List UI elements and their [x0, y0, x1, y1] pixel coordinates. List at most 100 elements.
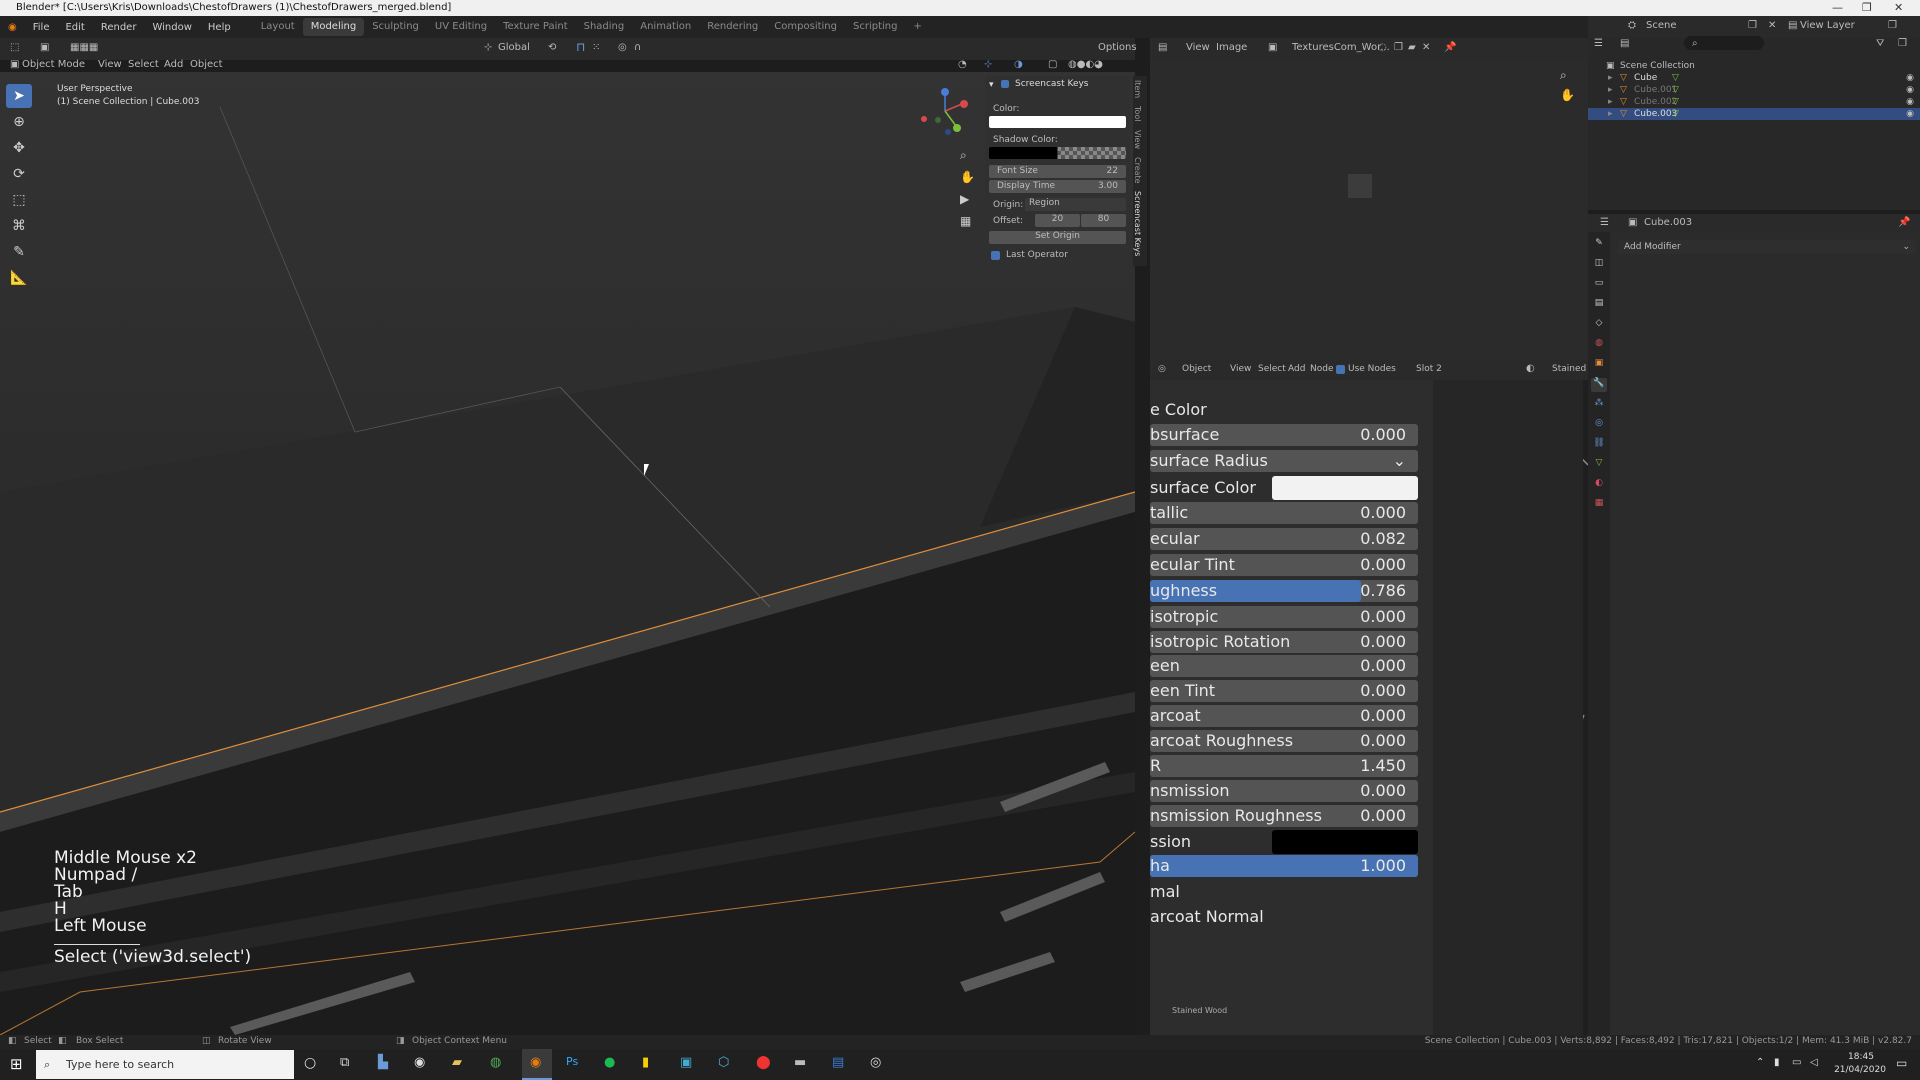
snap-settings-icon[interactable]: ⁙ [592, 42, 600, 53]
move-tool-icon[interactable]: ✥ [6, 136, 32, 160]
file-explorer-icon[interactable]: ▰ [452, 1055, 462, 1070]
taskbar-app-icon[interactable]: ◉ [414, 1055, 425, 1070]
bsdf-value-field[interactable]: R 1.450 [1150, 755, 1418, 777]
tab-sculpting[interactable]: Sculpting [364, 18, 427, 36]
expand-arrow-icon[interactable]: ▸ [1608, 108, 1613, 120]
bsdf-value-field[interactable]: ecular 0.082 [1150, 528, 1418, 550]
render-props-icon[interactable]: ◫ [1591, 258, 1607, 272]
restore-icon[interactable]: ❐ [1862, 0, 1872, 16]
bsdf-value-field[interactable]: ha 1.000 [1150, 855, 1418, 877]
node-menu-view[interactable]: View [1230, 364, 1251, 374]
outliner-item[interactable]: ▸ ▽ Cube ▽ ◉ [1588, 72, 1920, 84]
visibility-eye-icon[interactable]: ◉ [1906, 84, 1914, 96]
expand-arrow-icon[interactable]: ▸ [1608, 84, 1613, 96]
visibility-eye-icon[interactable]: ◉ [1906, 96, 1914, 108]
pin-icon[interactable]: 📌 [1444, 42, 1456, 53]
properties-pin-icon[interactable]: 📌 [1898, 217, 1910, 228]
outliner-type-icon[interactable]: ☰ [1594, 38, 1603, 49]
windows-start-icon[interactable]: ⊞ [10, 1055, 23, 1073]
tool-props-icon[interactable]: ✎ [1591, 238, 1607, 252]
tab-uv-editing[interactable]: UV Editing [427, 18, 495, 36]
tab-scripting[interactable]: Scripting [845, 18, 905, 36]
object-mode-selector[interactable]: Object Mode [22, 59, 85, 70]
navigation-gizmo[interactable] [920, 86, 970, 146]
node-menu-add[interactable]: Add [1288, 364, 1305, 374]
delete-scene-icon[interactable]: ✕ [1768, 20, 1776, 31]
image-pan-icon[interactable]: ✋ [1560, 88, 1575, 102]
blender-taskbar-button[interactable]: ◉ [522, 1049, 552, 1080]
new-scene-icon[interactable]: ❐ [1748, 20, 1757, 31]
taskbar-app-icon[interactable]: ◎ [870, 1055, 881, 1070]
cursor-tool-icon[interactable]: ⊕ [6, 110, 32, 134]
expand-arrow-icon[interactable]: ▸ [1608, 96, 1613, 108]
offset-x-field[interactable]: 20 [1035, 214, 1080, 227]
font-size-field[interactable]: Font Size 22 [989, 165, 1126, 178]
taskbar-app-icon[interactable]: ⬡ [718, 1055, 729, 1070]
display-time-field[interactable]: Display Time 3.00 [989, 180, 1126, 193]
display-mode-icon[interactable]: ▤ [1620, 38, 1629, 49]
image-editor-type-icon[interactable]: ▤ [1158, 42, 1167, 53]
tab-view[interactable]: View [1133, 126, 1142, 153]
menu-help[interactable]: Help [200, 22, 239, 33]
panel-collapse-icon[interactable]: ▾ [989, 80, 994, 90]
bsdf-value-field[interactable]: isotropic 0.000 [1150, 606, 1418, 628]
menu-view[interactable]: View [98, 59, 122, 70]
task-view-icon[interactable]: ⧉ [340, 1055, 349, 1070]
add-modifier-dropdown[interactable]: Add Modifier ⌄ [1618, 240, 1916, 254]
tray-usb-icon[interactable]: ▮ [1774, 1057, 1780, 1068]
bsdf-value-field[interactable]: nsmission 0.000 [1150, 780, 1418, 802]
menu-object[interactable]: Object [190, 59, 223, 70]
image-menu-view[interactable]: View [1186, 42, 1210, 53]
sticky-notes-icon[interactable]: ▮ [642, 1055, 649, 1070]
bsdf-value-field[interactable]: bsurface 0.000 [1150, 424, 1418, 446]
image-browse-icon[interactable]: ▣ [1268, 42, 1277, 53]
object-props-icon[interactable]: ▣ [1591, 358, 1607, 372]
offset-y-field[interactable]: 80 [1081, 214, 1126, 227]
object-mode-icon[interactable]: ▣ [10, 59, 19, 70]
bsdf-value-field[interactable]: arcoat Roughness 0.000 [1150, 730, 1418, 752]
rotate-tool-icon[interactable]: ⟳ [6, 162, 32, 186]
principled-bsdf-node[interactable]: e Color bsurface 0.000 surface Radius ⌄ surfa… [1150, 380, 1433, 1035]
scene-icon[interactable]: ⛭ [1628, 20, 1636, 31]
editor-type-icon[interactable]: ⬚ [10, 42, 19, 53]
clock-time[interactable]: 18:45 [1836, 1052, 1886, 1062]
tab-animation[interactable]: Animation [632, 18, 699, 36]
zoom-icon[interactable]: ⌕ [960, 148, 967, 163]
origin-dropdown[interactable]: Region [1025, 198, 1126, 211]
taskbar-app-icon[interactable]: ▬ [794, 1055, 806, 1070]
tab-shading[interactable]: Shading [576, 18, 633, 36]
falloff-icon[interactable]: ∩ [634, 42, 641, 53]
menu-render[interactable]: Render [93, 22, 145, 33]
select-box-icon[interactable]: ▣ [40, 42, 49, 53]
image-editor-area[interactable]: ⌕ ✋ [1150, 60, 1588, 360]
world-props-icon[interactable]: ◍ [1591, 338, 1607, 352]
image-zoom-icon[interactable]: ⌕ [1560, 68, 1567, 83]
tab-item[interactable]: Item [1133, 76, 1142, 102]
view-layer-props-icon[interactable]: ▤ [1591, 298, 1607, 312]
bsdf-value-field[interactable]: ecular Tint 0.000 [1150, 554, 1418, 576]
node-menu-node[interactable]: Node [1310, 364, 1334, 374]
outliner-item[interactable]: ▸ ▽ Cube.003 ▽ ◉ [1588, 108, 1920, 120]
color-swatch[interactable] [989, 116, 1126, 128]
spotify-icon[interactable]: ● [604, 1055, 615, 1070]
unlink-image-icon[interactable]: ✕ [1422, 42, 1430, 53]
image-name-field[interactable]: TexturesCom_Wor... [1292, 42, 1390, 53]
panel-enable-checkbox[interactable] [1001, 80, 1009, 88]
tab-create[interactable]: Create [1133, 153, 1142, 188]
last-operator-checkbox[interactable] [991, 251, 1000, 260]
network-icon[interactable]: ▭ [1792, 1057, 1801, 1068]
close-icon[interactable]: ✕ [1894, 0, 1903, 16]
select-tool-icon[interactable]: ➤ [6, 84, 32, 108]
options-menu[interactable]: Options [1098, 42, 1137, 53]
snap-icon[interactable]: ⊓ [576, 40, 585, 54]
visibility-eye-icon[interactable]: ◉ [1906, 72, 1914, 84]
taskbar-app-icon[interactable]: ▣ [680, 1055, 692, 1070]
tray-chevron-icon[interactable]: ⌃ [1756, 1057, 1764, 1068]
filter-icon[interactable]: ⛛ [1876, 38, 1884, 49]
open-image-icon[interactable]: ▰ [1408, 42, 1416, 53]
fake-user-icon[interactable]: ◌ [1378, 42, 1387, 53]
visibility-eye-icon[interactable]: ◉ [1906, 108, 1914, 120]
cortana-icon[interactable]: ○ [304, 1055, 316, 1071]
clock-date[interactable]: 21/04/2020 [1830, 1065, 1890, 1075]
blender-logo-icon[interactable]: ◉ [0, 22, 25, 33]
